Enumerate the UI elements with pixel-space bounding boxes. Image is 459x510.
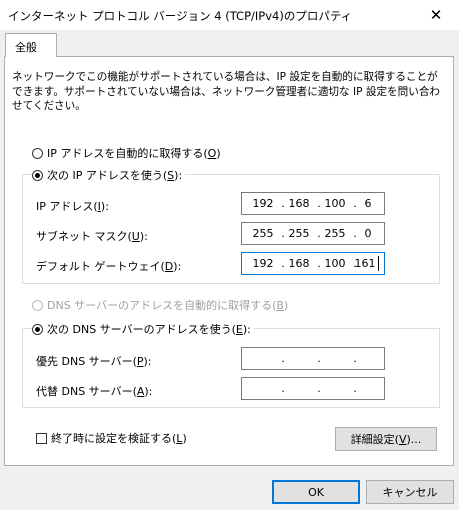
ip-manual-radio[interactable]: 次の IP アドレスを使う(S):	[32, 167, 186, 183]
alternate-dns-input[interactable]: . . .	[241, 377, 385, 400]
radio-unchecked-icon	[32, 299, 43, 311]
radio-unchecked-icon	[32, 147, 43, 159]
validate-on-exit-label: 終了時に設定を検証する(L)	[51, 432, 187, 445]
preferred-dns-input[interactable]: . . .	[241, 347, 385, 370]
ok-button[interactable]: OK	[272, 480, 360, 504]
octet: 192	[252, 197, 274, 210]
subnet-mask-input[interactable]: 255 . 255 . 255 . 0	[241, 222, 385, 245]
validate-on-exit-checkbox[interactable]: 終了時に設定を検証する(L)	[36, 430, 187, 446]
ip-address-label: IP アドレス(I):	[36, 200, 109, 213]
dns-manual-label: 次の DNS サーバーのアドレスを使う(E):	[47, 323, 251, 336]
ip-address-input[interactable]: 192 . 168 . 100 . 6	[241, 192, 385, 215]
octet: 255	[252, 227, 274, 240]
title-bar: インターネット プロトコル バージョン 4 (TCP/IPv4)のプロパティ ✕	[0, 0, 459, 30]
text-caret	[378, 256, 379, 271]
octet-separator: .	[353, 352, 357, 365]
octet-separator: .	[281, 352, 285, 365]
octet: 255	[324, 227, 346, 240]
octet-separator: .	[281, 382, 285, 395]
octet: 0	[364, 227, 372, 240]
dns-manual-radio[interactable]: 次の DNS サーバーのアドレスを使う(E):	[32, 321, 254, 337]
octet: 168	[288, 197, 310, 210]
subnet-mask-label: サブネット マスク(U):	[36, 230, 148, 243]
octet-separator: .	[317, 382, 321, 395]
advanced-button-label: 詳細設定(V)...	[350, 433, 422, 446]
octet-separator: .	[353, 382, 357, 395]
ip-manual-label: 次の IP アドレスを使う(S):	[47, 169, 183, 182]
octet: 168	[288, 257, 310, 270]
octet-separator: .	[317, 352, 321, 365]
alternate-dns-label: 代替 DNS サーバー(A):	[36, 385, 153, 398]
dns-auto-radio[interactable]: DNS サーバーのアドレスを自動的に取得する(B)	[32, 297, 288, 313]
octet: 255	[288, 227, 310, 240]
dns-auto-label: DNS サーバーのアドレスを自動的に取得する(B)	[47, 299, 289, 312]
tab-general[interactable]: 全般	[5, 33, 57, 57]
octet: 161	[354, 257, 376, 270]
radio-checked-icon	[32, 323, 43, 335]
octet: 192	[252, 257, 274, 270]
ip-auto-label: IP アドレスを自動的に取得する(O)	[47, 147, 221, 160]
close-icon[interactable]: ✕	[413, 0, 459, 30]
default-gateway-label: デフォルト ゲートウェイ(D):	[36, 260, 182, 273]
description-text: ネットワークでこの機能がサポートされている場合は、IP 設定を自動的に取得するこ…	[12, 71, 441, 112]
window-title: インターネット プロトコル バージョン 4 (TCP/IPv4)のプロパティ	[8, 9, 353, 23]
checkbox-unchecked-icon	[36, 432, 47, 444]
octet: 6	[364, 197, 372, 210]
octet: 100	[324, 257, 346, 270]
advanced-button[interactable]: 詳細設定(V)...	[335, 427, 437, 451]
general-panel: ネットワークでこの機能がサポートされている場合は、IP 設定を自動的に取得するこ…	[4, 56, 454, 466]
cancel-button[interactable]: キャンセル	[366, 480, 454, 504]
preferred-dns-label: 優先 DNS サーバー(P):	[36, 355, 152, 368]
octet: 100	[324, 197, 346, 210]
tab-general-label: 全般	[15, 41, 37, 54]
ip-auto-radio[interactable]: IP アドレスを自動的に取得する(O)	[32, 145, 221, 161]
radio-checked-icon	[32, 169, 43, 181]
default-gateway-input[interactable]: 192 . 168 . 100 . 161	[241, 252, 385, 275]
